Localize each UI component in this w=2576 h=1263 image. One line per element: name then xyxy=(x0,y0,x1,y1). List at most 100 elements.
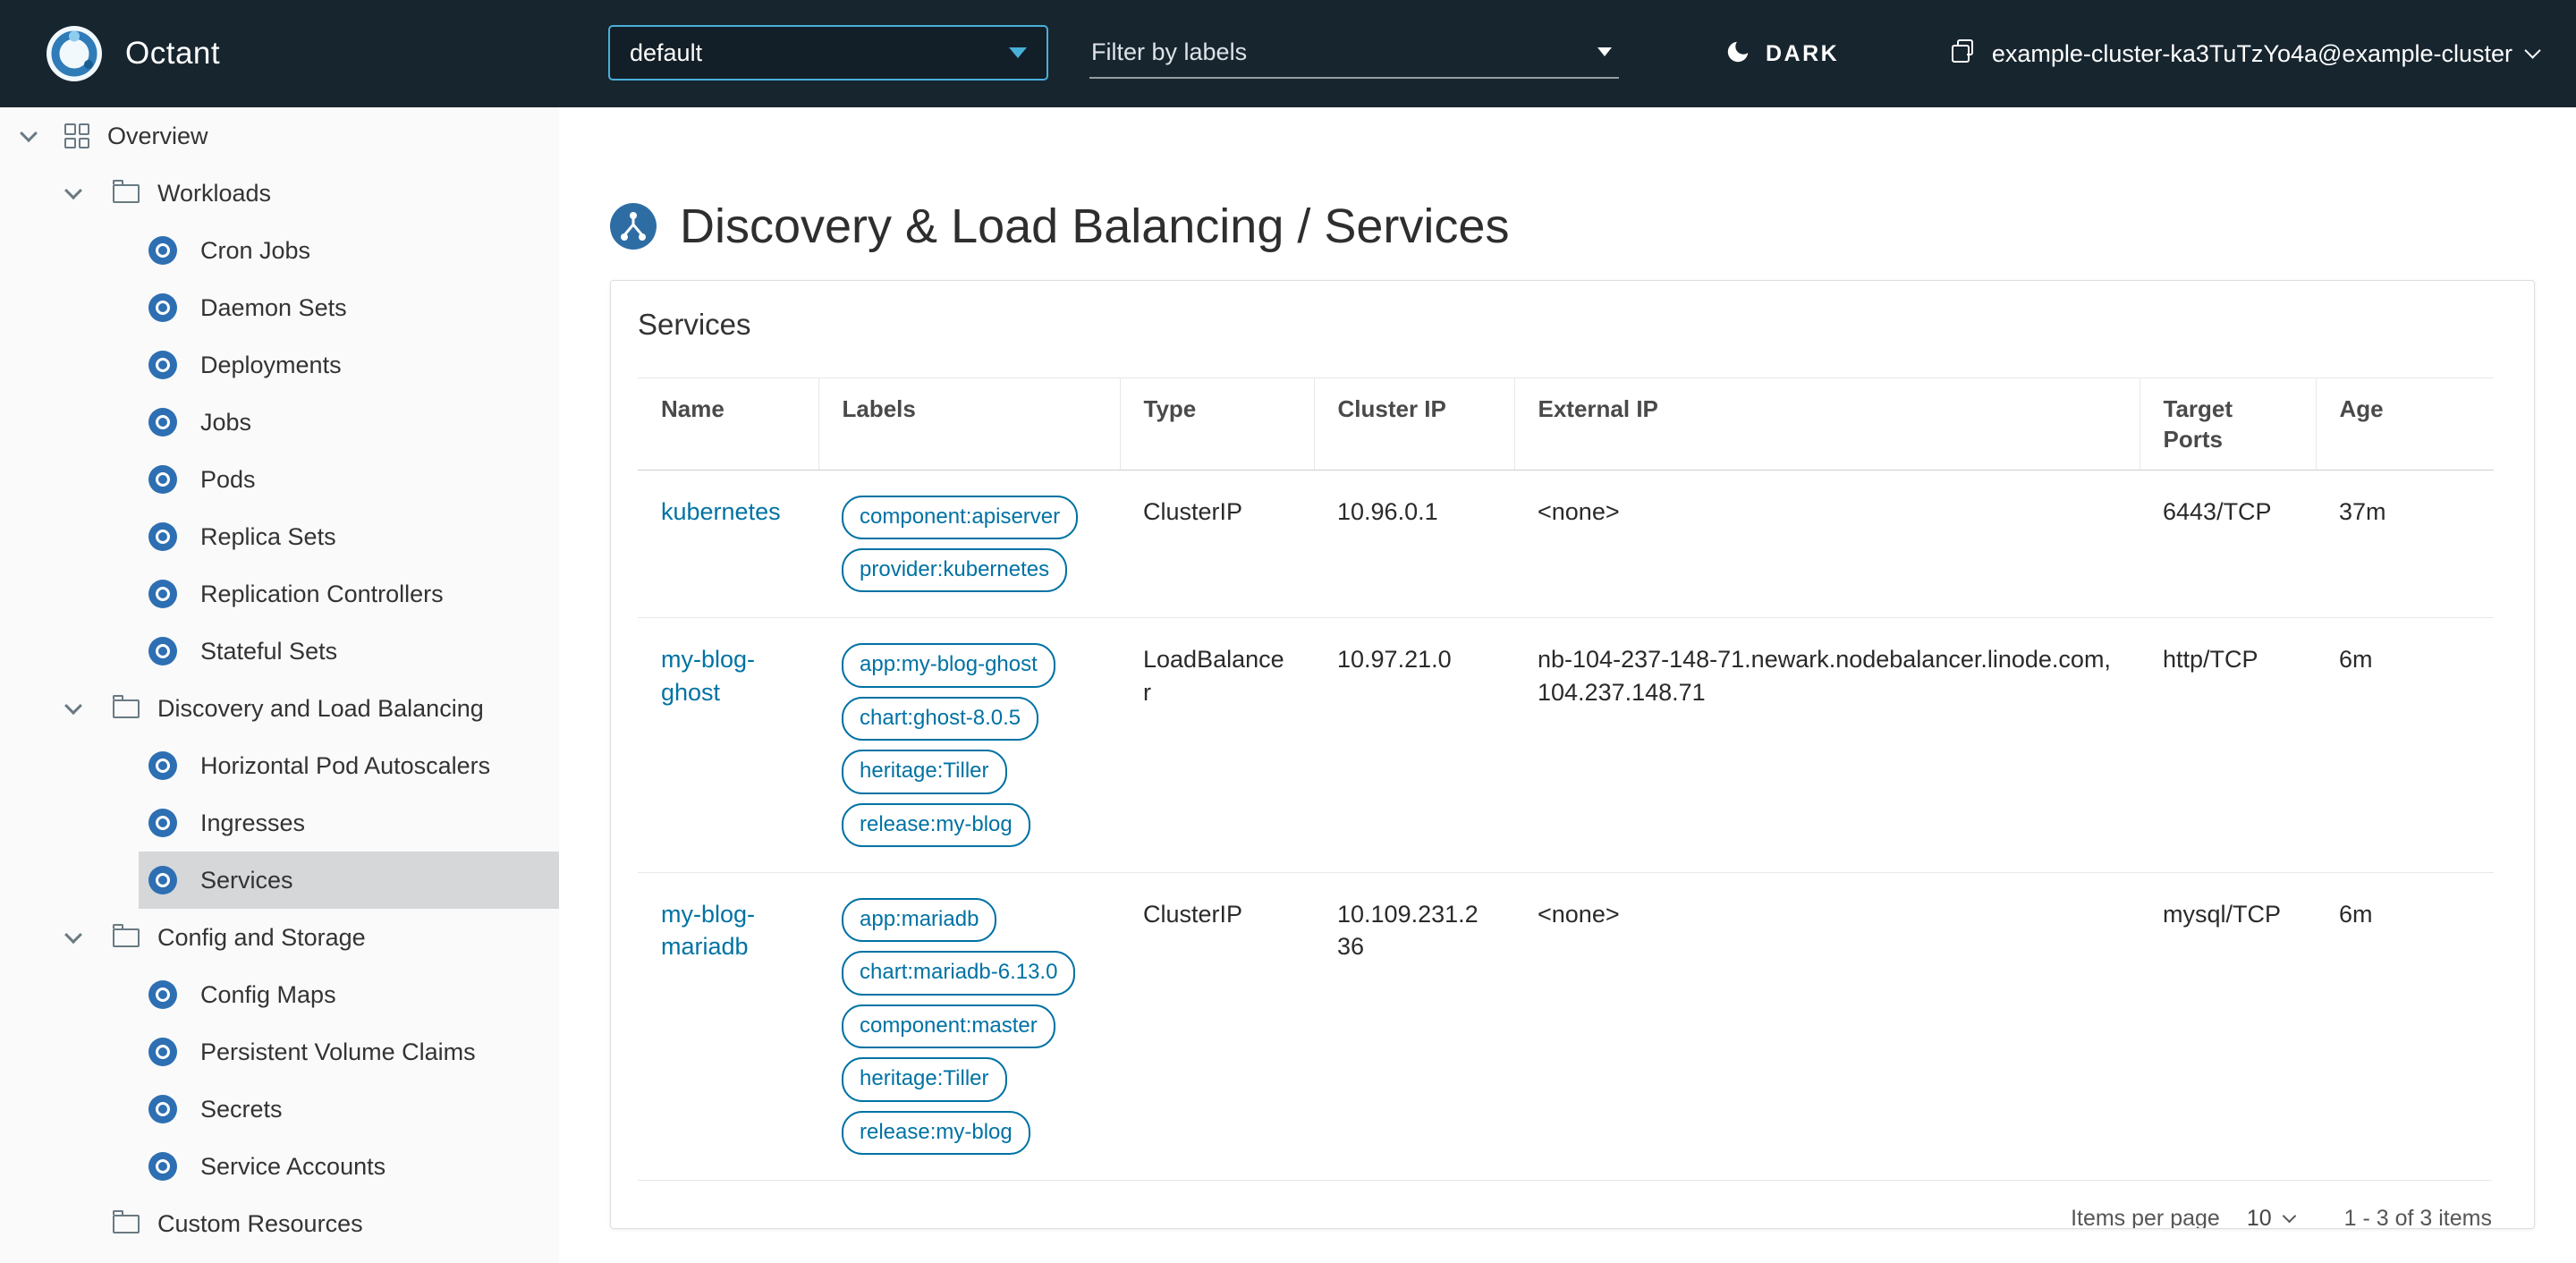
label-pill: app:my-blog-ghost xyxy=(842,643,1055,688)
sidebar-item-replica-sets[interactable]: Replica Sets xyxy=(0,508,559,565)
label-pill: chart:mariadb-6.13.0 xyxy=(842,951,1076,996)
secrets-icon xyxy=(148,1095,177,1123)
sidebar-group-label: Config and Storage xyxy=(157,923,366,951)
load-balancer-icon xyxy=(610,203,657,250)
column-header-target-ports: Target Ports xyxy=(2139,377,2316,470)
sidebar-item-stateful-sets[interactable]: Stateful Sets xyxy=(0,623,559,680)
sidebar-item-service-accounts[interactable]: Service Accounts xyxy=(0,1138,559,1195)
main-content: Discovery & Load Balancing / Services Se… xyxy=(559,107,2576,1263)
horizontal-pod-autoscalers-icon xyxy=(148,751,177,780)
theme-toggle-label: DARK xyxy=(1766,40,1840,66)
cluster-context-selector[interactable]: example-cluster-ka3TuTzYo4a@example-clus… xyxy=(1949,0,2541,107)
sidebar-item-jobs[interactable]: Jobs xyxy=(0,394,559,451)
cron-jobs-icon xyxy=(148,236,177,265)
table-row: my-blog-mariadb app:mariadb chart:mariad… xyxy=(638,872,2494,1179)
service-accounts-icon xyxy=(148,1152,177,1181)
sidebar-item-label: Replica Sets xyxy=(200,522,336,550)
service-link[interactable]: my-blog-ghost xyxy=(661,646,755,705)
config-maps-icon xyxy=(148,980,177,1009)
deployments-icon xyxy=(148,351,177,379)
chevron-down-icon[interactable] xyxy=(63,187,84,199)
sidebar-item-label: Pods xyxy=(200,465,256,493)
app-title: Octant xyxy=(125,36,221,71)
items-per-page-label: Items per page xyxy=(2071,1206,2220,1229)
table-header-row: Name Labels Type Cluster IP External IP … xyxy=(638,377,2494,470)
pagination-range: 1 - 3 of 3 items xyxy=(2343,1206,2492,1229)
sidebar-item-replication-controllers[interactable]: Replication Controllers xyxy=(0,565,559,623)
label-pill: component:apiserver xyxy=(842,495,1079,539)
table-row: my-blog-ghost app:my-blog-ghost chart:gh… xyxy=(638,617,2494,873)
cell-age: 6m xyxy=(2339,900,2373,928)
chevron-down-icon[interactable] xyxy=(63,931,84,944)
sidebar-item-label: Ingresses xyxy=(200,809,306,836)
cell-cluster-ip: 10.96.0.1 xyxy=(1314,470,1514,619)
theme-toggle-button[interactable]: DARK xyxy=(1724,0,1839,107)
cell-external-ip: <none> xyxy=(1538,900,1620,928)
chevron-down-icon[interactable] xyxy=(18,130,39,142)
cluster-context-label: example-cluster-ka3TuTzYo4a@example-clus… xyxy=(1991,39,2512,67)
service-link[interactable]: kubernetes xyxy=(661,498,781,525)
items-per-page-value: 10 xyxy=(2246,1206,2272,1229)
column-header-age: Age xyxy=(2315,377,2494,470)
folder-icon xyxy=(113,694,140,718)
chevron-down-icon[interactable] xyxy=(63,702,84,715)
chevron-down-icon xyxy=(1597,47,1612,56)
sidebar-item-label: Overview xyxy=(107,122,208,149)
sidebar-item-label: Secrets xyxy=(200,1095,283,1123)
column-header-external-ip: External IP xyxy=(1513,377,2140,470)
sidebar-item-secrets[interactable]: Secrets xyxy=(0,1081,559,1138)
sidebar-item-daemon-sets[interactable]: Daemon Sets xyxy=(0,279,559,336)
table-row: kubernetes component:apiserver provider:… xyxy=(638,470,2494,619)
sidebar-group-custom-resources[interactable]: Custom Resources xyxy=(0,1195,559,1252)
cell-age: 37m xyxy=(2316,470,2494,619)
label-pill: chart:ghost-8.0.5 xyxy=(842,696,1039,742)
label-pill: heritage:Tiller xyxy=(842,1057,1007,1102)
sidebar-item-ingresses[interactable]: Ingresses xyxy=(0,794,559,852)
cell-cluster-ip: 10.97.21.0 xyxy=(1314,617,1514,873)
namespace-select[interactable]: default xyxy=(608,25,1048,81)
sidebar-group-discovery-and-load-balancing[interactable]: Discovery and Load Balancing xyxy=(0,680,559,737)
daemon-sets-icon xyxy=(148,293,177,322)
column-header-cluster-ip: Cluster IP xyxy=(1313,377,1514,470)
sidebar-item-label: Services xyxy=(200,866,293,894)
sidebar-item-config-maps[interactable]: Config Maps xyxy=(0,966,559,1023)
cluster-icon xyxy=(1949,37,1978,72)
label-pill: release:my-blog xyxy=(842,1110,1030,1155)
sidebar-item-persistent-volume-claims[interactable]: Persistent Volume Claims xyxy=(0,1023,559,1081)
label-pill: release:my-blog xyxy=(842,802,1030,847)
moon-icon xyxy=(1724,38,1751,70)
sidebar-item-label: Persistent Volume Claims xyxy=(200,1038,476,1065)
sidebar-group-workloads[interactable]: Workloads xyxy=(0,165,559,222)
cell-type: LoadBalancer xyxy=(1120,617,1314,873)
sidebar-item-pods[interactable]: Pods xyxy=(0,451,559,508)
sidebar-item-services[interactable]: Services xyxy=(0,852,559,909)
sidebar-item-horizontal-pod-autoscalers[interactable]: Horizontal Pod Autoscalers xyxy=(0,737,559,794)
sidebar-group-config-and-storage[interactable]: Config and Storage xyxy=(0,909,559,966)
sidebar-item-deployments[interactable]: Deployments xyxy=(0,336,559,394)
column-header-name: Name xyxy=(638,377,818,470)
replica-sets-icon xyxy=(148,522,177,551)
ingresses-icon xyxy=(148,809,177,837)
folder-icon xyxy=(113,1209,140,1233)
cell-type: ClusterIP xyxy=(1120,470,1314,619)
cell-target-ports: mysql/TCP xyxy=(2163,900,2282,928)
cell-age: 6m xyxy=(2316,617,2494,873)
service-link[interactable]: my-blog-mariadb xyxy=(661,901,755,960)
replication-controllers-icon xyxy=(148,580,177,608)
sidebar-item-cron-jobs[interactable]: Cron Jobs xyxy=(0,222,559,279)
cell-target-ports: 6443/TCP xyxy=(2140,470,2316,619)
folder-icon xyxy=(113,179,140,203)
chevron-down-icon xyxy=(2524,41,2541,59)
items-per-page-select[interactable]: 10 xyxy=(2246,1206,2296,1229)
sidebar-item-overview[interactable]: Overview xyxy=(0,107,559,165)
cell-type: ClusterIP xyxy=(1143,900,1243,928)
sidebar-group-label: Custom Resources xyxy=(157,1209,363,1237)
persistent-volume-claims-icon xyxy=(148,1038,177,1066)
cell-cluster-ip: 10.109.231.236 xyxy=(1337,900,1479,961)
label-filter-input[interactable] xyxy=(1089,37,1590,67)
chevron-down-icon xyxy=(2282,1209,2296,1224)
cell-target-ports: http/TCP xyxy=(2140,617,2316,873)
namespace-select-value: default xyxy=(630,38,703,66)
sidebar-item-label: Cron Jobs xyxy=(200,236,311,264)
sidebar: Overview Workloads Cron Jobs Daemon Sets… xyxy=(0,107,559,1263)
